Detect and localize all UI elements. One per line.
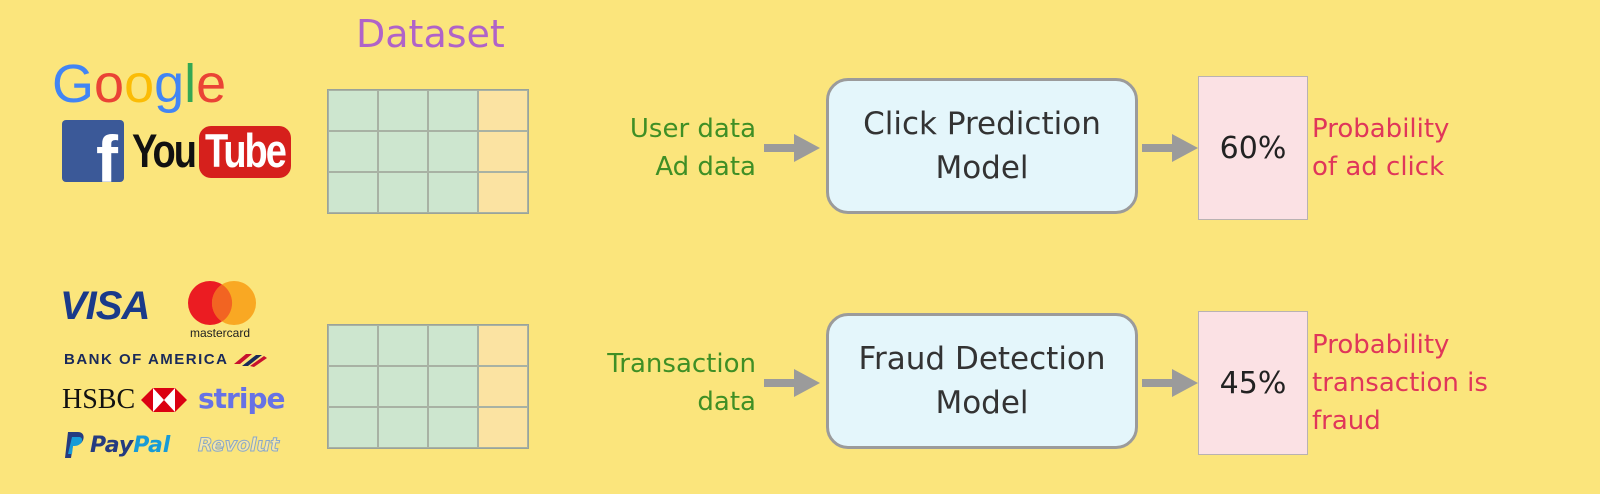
bank-of-america-flag-icon [234, 354, 268, 367]
paypal-pal-text: Pal [133, 432, 171, 458]
paypal-text: PayPal [90, 433, 170, 458]
feature-cell [378, 131, 428, 172]
paypal-pay-text: Pay [90, 432, 134, 458]
visa-logo: VISA [60, 284, 150, 328]
model-line: Click Prediction [863, 106, 1101, 142]
model-line: Model [935, 385, 1029, 421]
arrow-right-icon [1142, 369, 1198, 397]
mastercard-circles-icon [188, 281, 256, 325]
fraud-output-label: Probability transaction is fraud [1312, 326, 1488, 440]
feature-cell [428, 172, 478, 213]
paypal-logo: PayPal [64, 430, 170, 460]
output-label-line: fraud [1312, 406, 1381, 436]
feature-cell [328, 131, 378, 172]
feature-cell [428, 407, 478, 448]
facebook-letter: f [96, 122, 118, 182]
mastercard-logo: mastercard [184, 280, 264, 342]
label-cell [478, 172, 528, 213]
feature-cell [378, 325, 428, 366]
output-label-line: transaction is [1312, 368, 1488, 398]
hsbc-text: HSBC [62, 384, 136, 415]
input-line: Transaction [607, 349, 756, 379]
hsbc-hexagon-icon [141, 388, 188, 412]
input-line: Ad data [655, 152, 756, 182]
model-line: Fraud Detection [858, 341, 1106, 377]
model-line: Model [935, 150, 1029, 186]
feature-cell [428, 131, 478, 172]
label-cell [478, 407, 528, 448]
output-label-line: Probability [1312, 330, 1450, 360]
google-logo: Google [52, 52, 232, 118]
arrow-right-icon [1142, 134, 1198, 162]
fraud-probability-output: 45% [1198, 311, 1308, 455]
click-output-label: Probability of ad click [1312, 110, 1449, 186]
input-line: data [697, 387, 756, 417]
label-cell [478, 366, 528, 407]
arrow-right-icon [764, 134, 820, 162]
feature-cell [328, 90, 378, 131]
fraud-detection-model: Fraud Detection Model [826, 313, 1138, 449]
stripe-logo: stripe [198, 382, 285, 415]
paypal-p-icon [65, 432, 84, 458]
dataset-table-bottom [327, 324, 529, 449]
feature-cell [328, 325, 378, 366]
revolut-logo: Revolut [197, 434, 280, 457]
click-probability-output: 60% [1198, 76, 1308, 220]
youtube-tube-text: Tube [204, 125, 287, 178]
bank-of-america-logo: BANK OF AMERICA [64, 350, 268, 368]
feature-cell [328, 366, 378, 407]
feature-cell [428, 325, 478, 366]
input-line: User data [629, 114, 756, 144]
click-prediction-model: Click Prediction Model [826, 78, 1138, 214]
output-label-line: Probability [1312, 114, 1450, 144]
arrow-right-icon [764, 369, 820, 397]
output-label-line: of ad click [1312, 152, 1445, 182]
hsbc-logo: HSBC [62, 384, 188, 416]
label-cell [478, 90, 528, 131]
feature-cell [378, 90, 428, 131]
feature-cell [428, 366, 478, 407]
youtube-tube-badge: Tube [198, 125, 291, 178]
feature-cell [378, 407, 428, 448]
youtube-logo: You Tube [132, 124, 291, 180]
facebook-logo: f [62, 120, 124, 182]
feature-cell [328, 407, 378, 448]
youtube-you-text: You [132, 125, 197, 178]
fraud-model-inputs: Transaction data [556, 345, 756, 421]
dataset-table-top [327, 89, 529, 214]
mastercard-text: mastercard [190, 326, 251, 340]
dataset-title: Dataset [356, 12, 505, 56]
feature-cell [328, 172, 378, 213]
label-cell [478, 325, 528, 366]
feature-cell [428, 90, 478, 131]
label-cell [478, 131, 528, 172]
svg-text:Google: Google [52, 54, 226, 114]
click-model-inputs: User data Ad data [556, 110, 756, 186]
feature-cell [378, 172, 428, 213]
feature-cell [378, 366, 428, 407]
bank-of-america-text: BANK OF AMERICA [64, 350, 229, 368]
